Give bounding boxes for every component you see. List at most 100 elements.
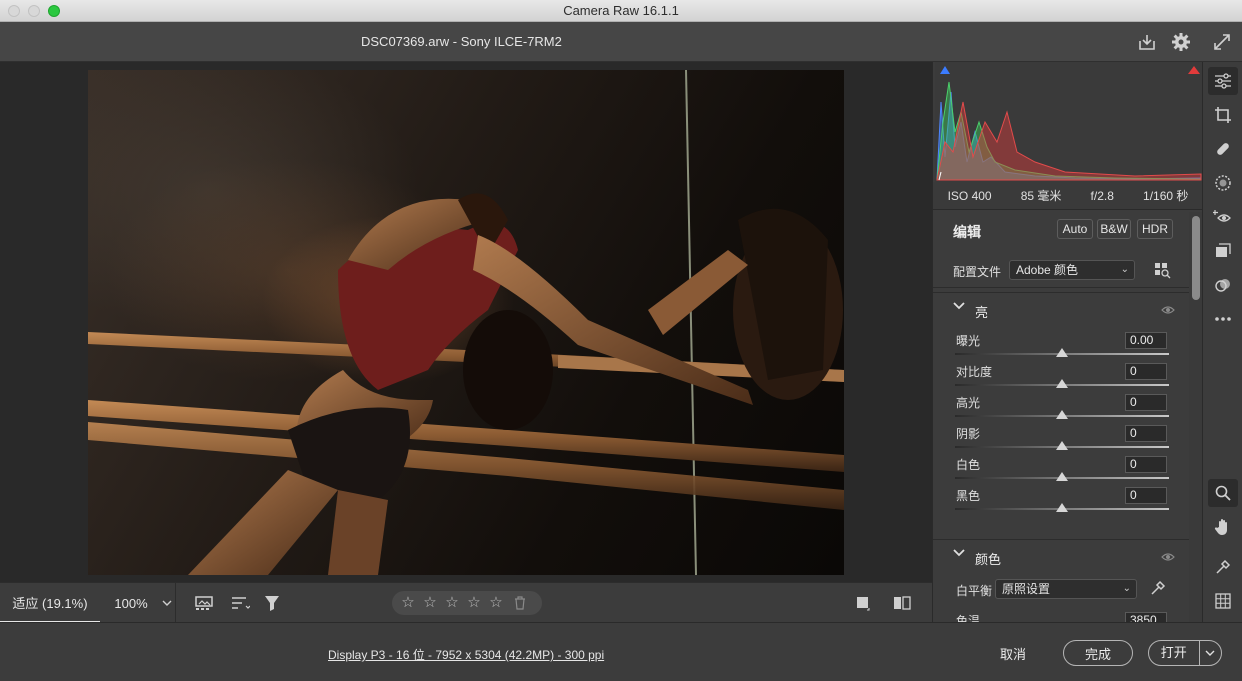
zoom-dropdown[interactable] [158,583,176,623]
chevron-down-icon [953,549,965,557]
file-title: DSC07369.arw - Sony ILCE-7RM2 [361,34,562,49]
slider-shadows[interactable]: 阴影 0 [933,425,1189,456]
temp-label: 色温 [956,614,981,622]
slider-contrast[interactable]: 对比度 0 [933,363,1189,394]
eye-icon[interactable] [1161,550,1175,564]
grid-icon[interactable] [1208,587,1238,615]
temp-value-input[interactable]: 3850 [1125,612,1167,622]
filter-icon[interactable] [262,592,284,614]
photo-preview[interactable] [88,70,844,575]
exif-info: ISO 400 85 毫米 f/2.8 1/160 秒 [933,182,1202,210]
open-button[interactable]: 打开 [1148,640,1222,666]
rating-star-4[interactable]: ☆ [466,591,482,615]
slider-thumb[interactable] [1056,410,1068,419]
rating-star-2[interactable]: ☆ [422,591,438,615]
gear-icon[interactable] [1169,30,1193,54]
slider-thumb[interactable] [1056,441,1068,450]
profile-browser-icon[interactable] [1153,261,1171,279]
rating-star-3[interactable]: ☆ [444,591,460,615]
hand-icon[interactable] [1208,513,1238,541]
scrollbar-thumb[interactable] [1192,216,1200,300]
panel-scrollbar[interactable] [1189,212,1202,622]
profile-label: 配置文件 [953,265,1002,279]
white-balance-row: 白平衡 原照设置 ⌄ [933,576,1189,602]
color-section-header[interactable]: 颜色 [933,539,1189,573]
trash-icon[interactable] [514,596,526,610]
slider-thumb[interactable] [1056,503,1068,512]
exif-shutter: 1/160 秒 [1143,189,1189,203]
shadow-clipping-icon[interactable] [939,65,951,75]
exif-iso: ISO 400 [947,188,992,203]
open-button-label[interactable]: 打开 [1149,641,1200,665]
slider-blacks[interactable]: 黑色 0 [933,487,1189,518]
wb-select-value: 原照设置 [1002,582,1051,596]
window-title: Camera Raw 16.1.1 [563,3,679,18]
highlight-clipping-icon[interactable] [1187,65,1201,75]
slider-highlights[interactable]: 高光 0 [933,394,1189,425]
hdr-button[interactable]: HDR [1137,219,1173,239]
cancel-button[interactable]: 取消 [990,641,1036,665]
auto-button[interactable]: Auto [1057,219,1093,239]
compare-icon[interactable] [891,592,913,614]
footer-bar: Display P3 - 16 位 - 7952 x 5304 (42.2MP)… [0,622,1242,681]
slider-value-input[interactable]: 0.00 [1125,332,1167,349]
color-sampler-icon[interactable] [1208,553,1238,581]
crop-icon[interactable] [1208,101,1238,129]
slider-label: 阴影 [956,427,981,441]
image-canvas[interactable] [0,62,932,582]
slider-value-input[interactable]: 0 [1125,363,1167,380]
zoom-fit-button[interactable]: 适应 (19.1%) [0,583,100,623]
zoom-icon[interactable] [1208,479,1238,507]
done-button[interactable]: 完成 [1063,640,1133,666]
exif-aperture: f/2.8 [1090,188,1114,203]
eye-icon[interactable] [1161,303,1175,317]
slider-thumb[interactable] [1056,472,1068,481]
profile-row: 配置文件 Adobe 颜色 ⌄ [933,252,1189,288]
light-section-title: 亮 [975,305,989,320]
edit-title: 编辑 [953,224,981,240]
slider-value-input[interactable]: 0 [1125,394,1167,411]
sort-icon[interactable] [229,592,251,614]
canvas-toolbar: 适应 (19.1%) 100% ☆ ☆ ☆ ☆ ☆ [0,582,932,623]
snapshots-icon[interactable] [1208,271,1238,299]
temperature-row[interactable]: 色温 3850 [933,610,1189,622]
eyedropper-icon[interactable] [1149,579,1167,597]
zoom-100-button[interactable]: 100% [104,583,158,623]
slider-whites[interactable]: 白色 0 [933,456,1189,487]
save-icon[interactable] [1135,30,1159,54]
fullscreen-icon[interactable] [1210,30,1234,54]
edit-sliders-icon[interactable] [1208,67,1238,95]
exif-focal: 85 毫米 [1020,189,1062,203]
profile-select[interactable]: Adobe 颜色 ⌄ [1009,260,1135,280]
more-icon[interactable] [1208,305,1238,333]
filmstrip-icon[interactable] [194,592,216,614]
slider-thumb[interactable] [1056,348,1068,357]
slider-value-input[interactable]: 0 [1125,425,1167,442]
document-header: DSC07369.arw - Sony ILCE-7RM2 [0,22,1242,62]
edit-panel: ISO 400 85 毫米 f/2.8 1/160 秒 编辑 Auto B&W … [932,62,1202,622]
heal-icon[interactable] [1208,135,1238,163]
slider-label: 黑色 [956,489,981,503]
chevron-down-icon[interactable] [1200,650,1221,656]
rating-star-1[interactable]: ☆ [400,591,416,615]
slider-label: 高光 [956,396,981,410]
slider-thumb[interactable] [1056,379,1068,388]
before-after-icon[interactable] [852,592,874,614]
slider-label: 曝光 [956,334,981,348]
slider-value-input[interactable]: 0 [1125,456,1167,473]
workflow-options-link[interactable]: Display P3 - 16 位 - 7952 x 5304 (42.2MP)… [328,646,604,663]
slider-exposure[interactable]: 曝光 0.00 [933,332,1189,363]
mask-icon[interactable] [1208,169,1238,197]
rating-star-5[interactable]: ☆ [488,591,504,615]
light-section-header[interactable]: 亮 [933,292,1189,326]
wb-select[interactable]: 原照设置 ⌄ [995,579,1137,599]
presets-icon[interactable] [1208,237,1238,265]
redeye-icon[interactable] [1208,203,1238,231]
chevron-down-icon: ⌄ [1120,264,1129,275]
edit-header: 编辑 Auto B&W HDR [933,211,1189,247]
chevron-down-icon [953,302,965,310]
star-rating[interactable]: ☆ ☆ ☆ ☆ ☆ [392,591,542,615]
slider-value-input[interactable]: 0 [1125,487,1167,504]
color-section-title: 颜色 [975,552,1002,567]
bw-button[interactable]: B&W [1097,219,1131,239]
